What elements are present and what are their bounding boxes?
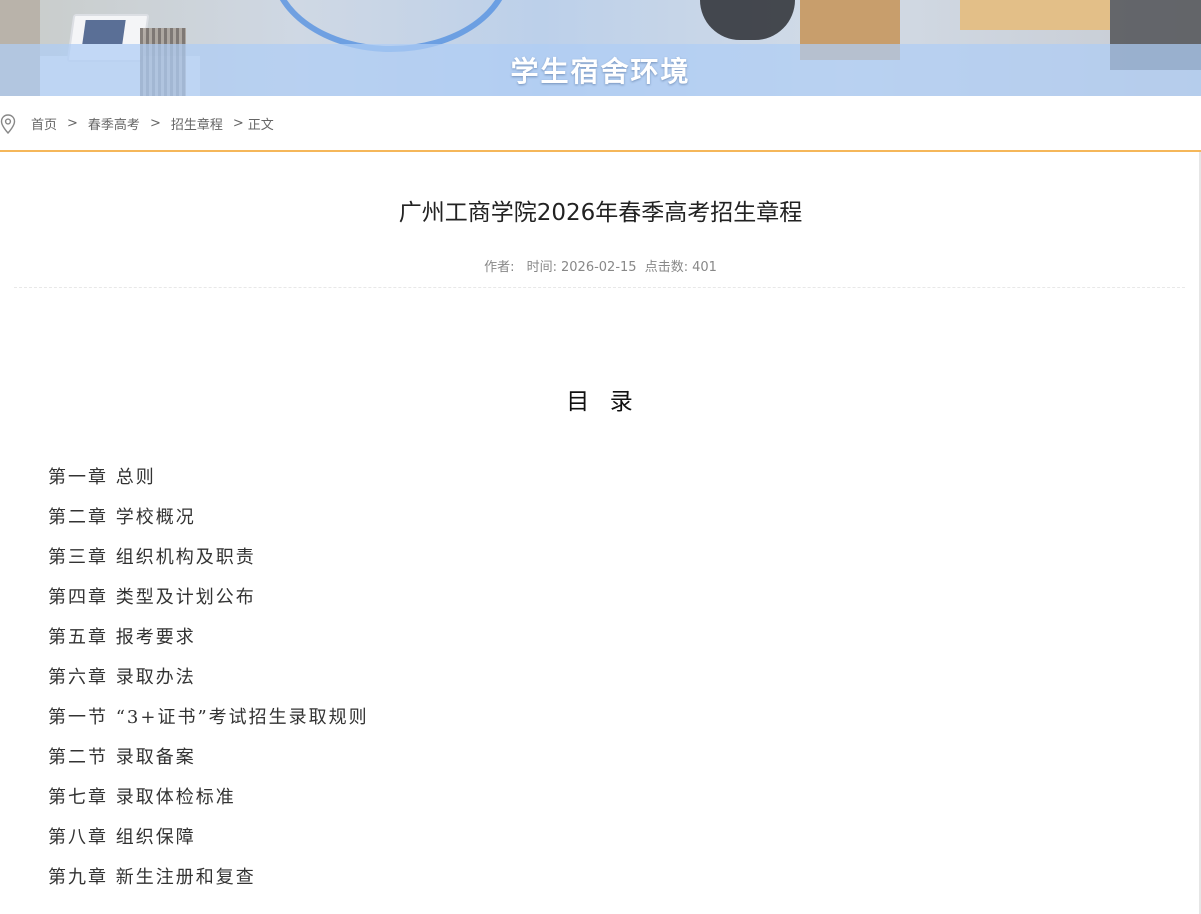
toc-item: 第七章 录取体检标准 (48, 787, 236, 808)
toc-item: 第三章 组织机构及职责 (48, 547, 256, 568)
breadcrumb-separator: > (67, 115, 78, 131)
banner: 学生宿舍环境 (0, 0, 1201, 96)
clicks-label: 点击数: (644, 260, 689, 275)
toc-item: 第五章 报考要求 (48, 627, 196, 648)
article-meta: 作者: 时间: 2026-02-15 点击数: 401 (0, 256, 1201, 275)
toc-item: 第一章 总则 (48, 467, 156, 488)
banner-photo-laptop-screen (82, 20, 126, 44)
breadcrumb-separator: > (149, 115, 161, 131)
toc-heading: 目 录 (0, 382, 1201, 416)
breadcrumb-spring-exam-link[interactable]: 春季高考 (88, 114, 140, 133)
map-pin-icon (0, 114, 16, 134)
publish-date: 2026-02-15 (561, 260, 637, 275)
banner-title: 学生宿舍环境 (510, 55, 691, 88)
click-count: 401 (692, 260, 717, 275)
toc-item: 第六章 录取办法 (48, 667, 196, 688)
breadcrumb-items: 首页 > 春季高考 > 招生章程 > 正文 (31, 114, 274, 133)
time-label: 时间: (526, 260, 557, 275)
toc-item: 第九章 新生注册和复查 (48, 867, 256, 888)
toc-item: 第二节 录取备案 (48, 747, 196, 768)
toc-heading-text: 目 录 (566, 389, 635, 415)
meta-divider (14, 287, 1185, 288)
article-title: 广州工商学院2026年春季高考招生章程 (398, 200, 803, 226)
banner-photo-chair-right (700, 0, 795, 40)
toc-item: 第一节 “3+证书”考试招生录取规则 (48, 707, 369, 728)
toc-item: 第二章 学校概况 (48, 507, 196, 528)
breadcrumb-admission-rules-link[interactable]: 招生章程 (171, 114, 223, 133)
toc-item: 第八章 组织保障 (48, 827, 196, 848)
breadcrumb-separator: > (232, 115, 244, 131)
toc-list: 第一章 总则 第二章 学校概况 第三章 组织机构及职责 第四章 类型及计划公布 … (48, 458, 1201, 898)
toc-item: 第四章 类型及计划公布 (48, 587, 256, 608)
breadcrumb-home-link[interactable]: 首页 (31, 114, 57, 133)
banner-photo-desk-right (960, 0, 1110, 30)
breadcrumb: 首页 > 春季高考 > 招生章程 > 正文 (0, 96, 1201, 152)
author-label: 作者: (484, 260, 515, 275)
breadcrumb-current: 正文 (247, 117, 274, 133)
